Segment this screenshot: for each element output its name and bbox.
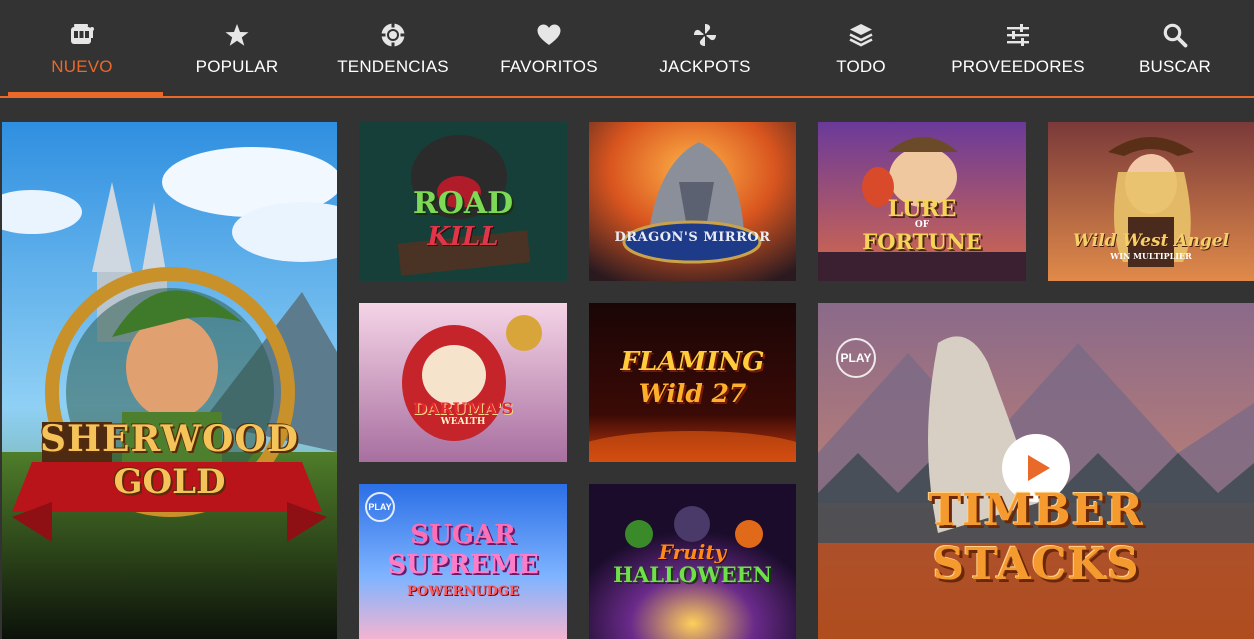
tab-jackpots[interactable]: JACKPOTS — [627, 0, 783, 96]
game-title-line-1: SUGAR — [410, 520, 516, 550]
game-title-line-1: TIMBER — [928, 485, 1144, 536]
game-title-line-2: Wild 27 — [638, 379, 747, 408]
game-title-line-2: GOLD — [113, 462, 226, 502]
game-title-line-2: KILL — [427, 222, 499, 252]
game-title: Wild West Angel — [1072, 231, 1230, 251]
star-icon — [224, 22, 250, 48]
game-title-line-2: SUPREME — [387, 550, 539, 580]
tab-label: BUSCAR — [1138, 57, 1212, 76]
game-tile-fruity-halloween[interactable]: Fruity HALLOWEEN — [589, 484, 796, 639]
game-tile-dragons-mirror[interactable]: DRAGON'S MIRROR — [589, 122, 796, 281]
game-title-line-2: HALLOWEEN — [613, 562, 772, 587]
sliders-icon — [1005, 22, 1031, 48]
game-title-line-1: ROAD — [412, 186, 514, 221]
category-nav: NUEVO POPULAR TENDENCIAS FAVORITOS JACKP… — [0, 0, 1254, 98]
game-title-line-1: Fruity — [658, 540, 727, 564]
game-title-line-2: STACKS — [932, 539, 1140, 590]
game-artwork — [589, 122, 796, 281]
game-subtitle: WIN MULTIPLIER — [1110, 251, 1192, 261]
game-title-line-1: SHERWOOD — [40, 418, 299, 460]
search-icon — [1162, 22, 1188, 48]
game-title-line-1: FLAMING — [620, 347, 765, 377]
nav-divider — [0, 96, 1254, 98]
tab-popular[interactable]: POPULAR — [159, 0, 315, 96]
tab-label: TENDENCIAS — [337, 57, 449, 76]
chip-icon — [380, 22, 406, 48]
provider-badge: PLAY — [836, 338, 876, 378]
tab-label: POPULAR — [195, 57, 279, 76]
tab-favoritos[interactable]: FAVORITOS — [471, 0, 627, 96]
layers-icon — [848, 22, 874, 48]
game-tile-darumas-wealth[interactable]: DARUMA'S WEALTH — [359, 303, 567, 462]
tab-nuevo[interactable]: NUEVO — [4, 0, 163, 97]
tab-label: JACKPOTS — [659, 57, 751, 76]
game-title-line-1: LURE — [887, 196, 957, 222]
game-subtitle: WEALTH — [440, 417, 486, 427]
game-title: DRAGON'S MIRROR — [614, 230, 771, 245]
tab-label: FAVORITOS — [500, 57, 598, 76]
tab-tendencias[interactable]: TENDENCIAS — [315, 0, 471, 96]
tab-label: PROVEEDORES — [951, 57, 1085, 76]
game-tile-sherwood-gold[interactable]: SHERWOOD GOLD — [2, 122, 337, 639]
game-artwork — [2, 122, 337, 639]
tab-label: TODO — [836, 57, 886, 76]
game-tile-sugar-supreme[interactable]: PLAY SUGAR SUPREME POWERNUDGE — [359, 484, 567, 639]
provider-badge: PLAY — [365, 492, 395, 522]
game-tile-lure-of-fortune[interactable]: LURE OF FORTUNE — [818, 122, 1026, 281]
heart-icon — [536, 22, 562, 48]
game-tile-road-kill[interactable]: ROAD KILL — [359, 122, 567, 281]
pinwheel-icon — [692, 22, 718, 48]
game-tile-flaming-wild-27[interactable]: FLAMING Wild 27 — [589, 303, 796, 462]
tab-proveedores[interactable]: PROVEEDORES — [940, 0, 1096, 96]
game-title-line-3: FORTUNE — [862, 229, 982, 254]
game-tile-timber-stacks[interactable]: PLAY TIMBER STACKS — [818, 303, 1254, 639]
tab-label: NUEVO — [51, 57, 113, 76]
game-title-line-3: POWERNUDGE — [407, 584, 519, 599]
tab-todo[interactable]: TODO — [783, 0, 939, 96]
game-artwork — [359, 303, 567, 462]
tab-buscar[interactable]: BUSCAR — [1097, 0, 1253, 96]
game-tile-wild-west-angel[interactable]: Wild West Angel WIN MULTIPLIER — [1048, 122, 1254, 281]
game-title: DARUMA'S — [412, 399, 514, 418]
play-icon — [1028, 455, 1050, 481]
slot-machine-icon — [69, 22, 95, 48]
